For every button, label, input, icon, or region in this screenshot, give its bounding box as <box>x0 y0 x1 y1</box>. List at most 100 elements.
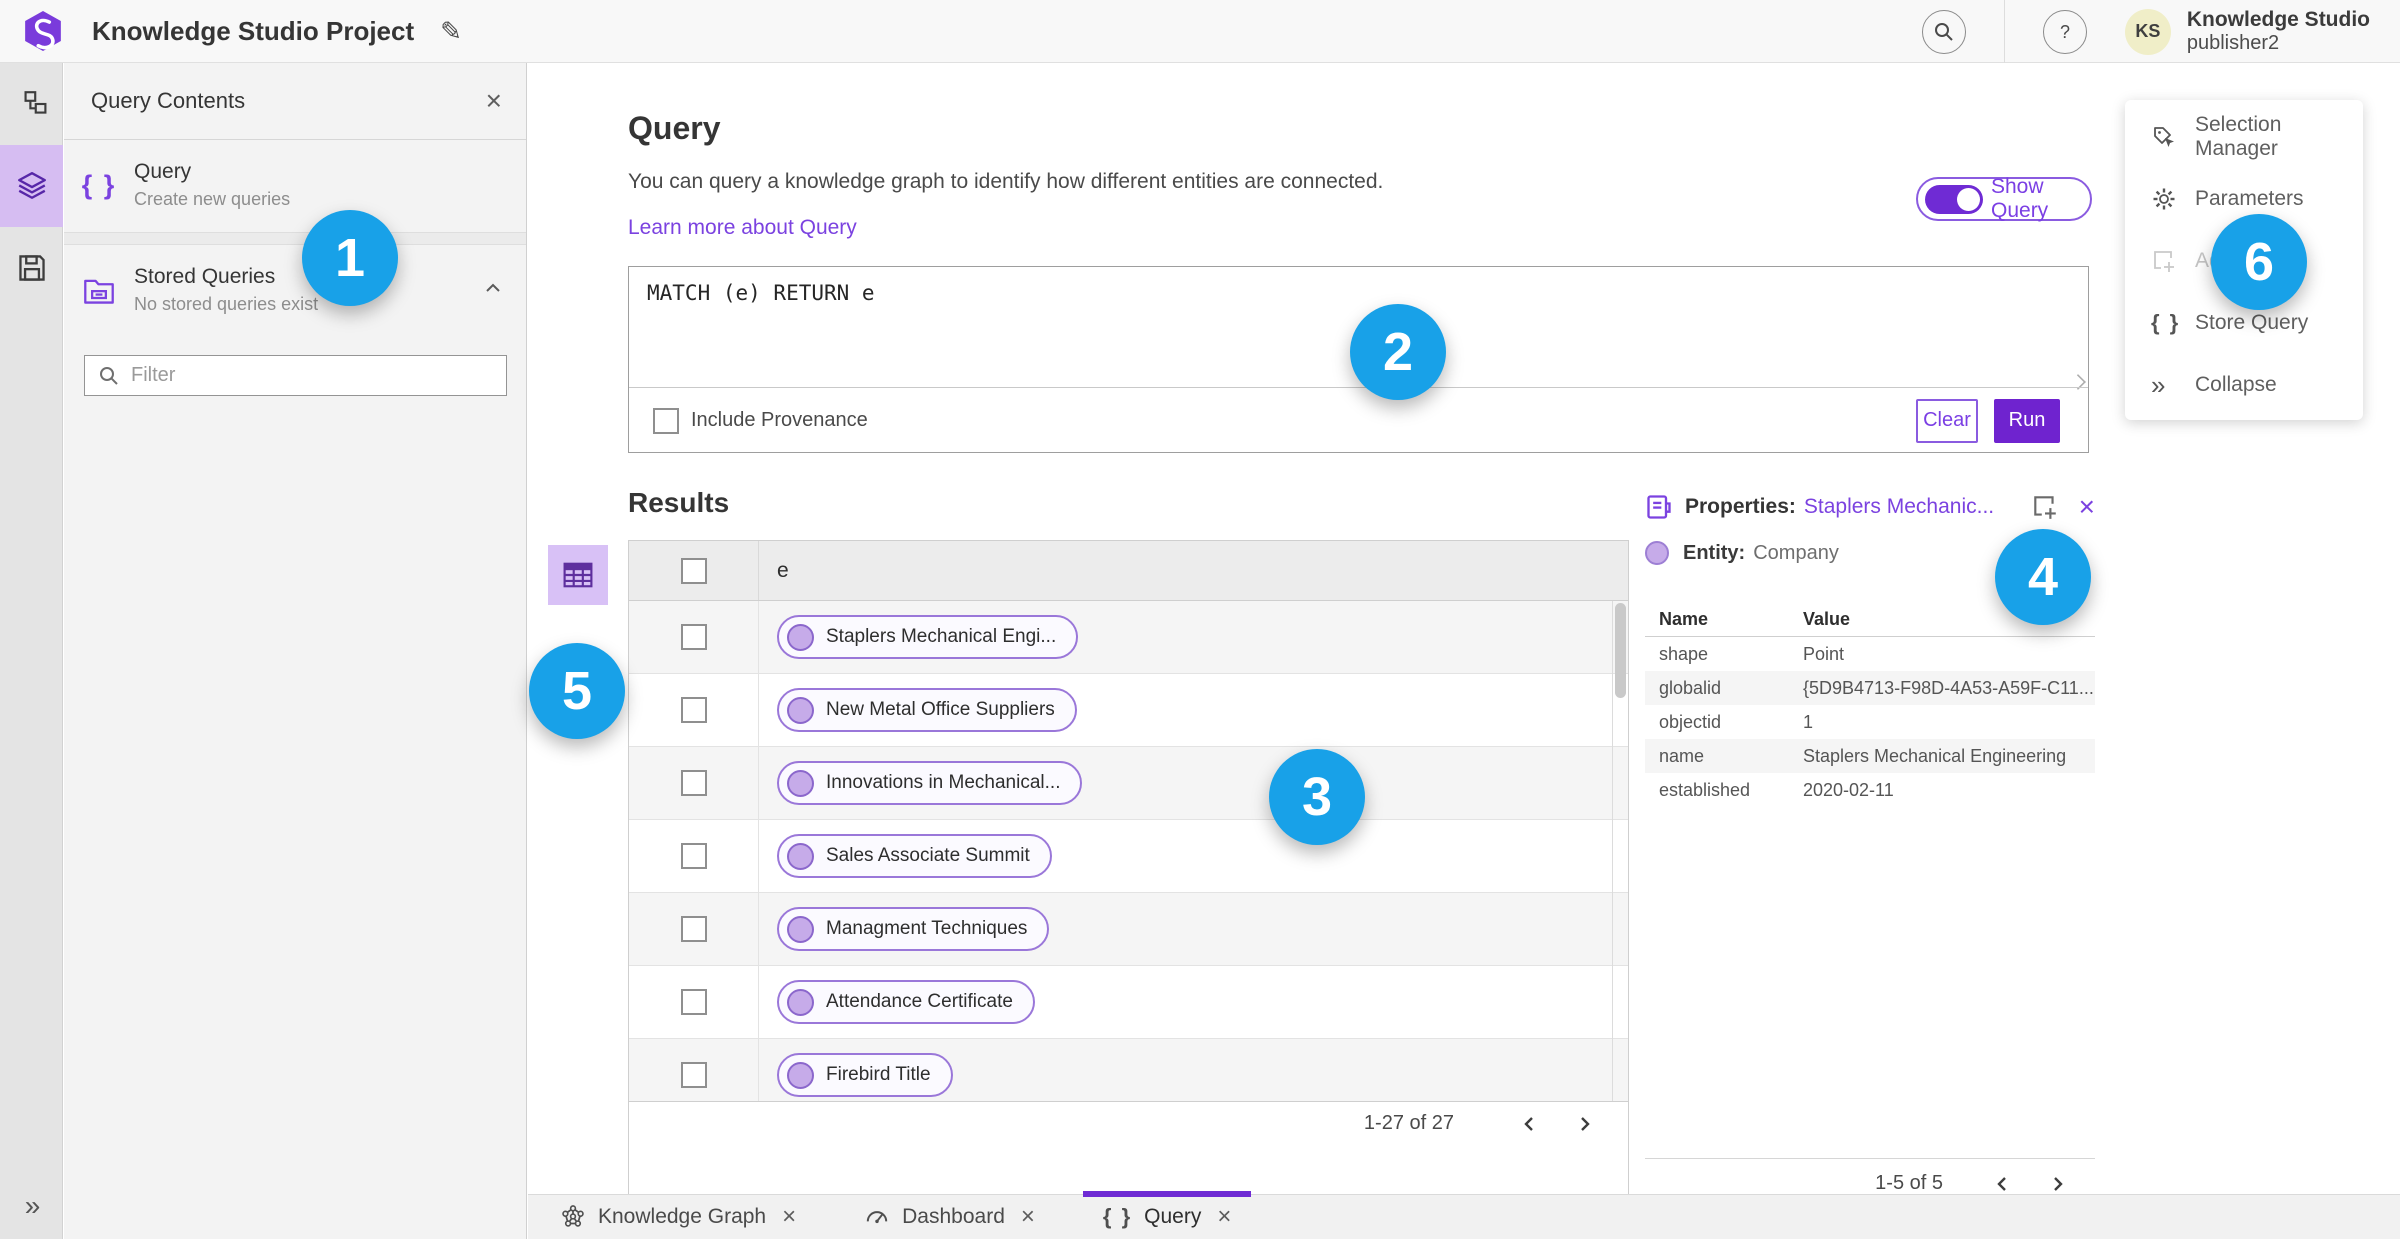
close-tab-icon[interactable]: × <box>782 1203 796 1231</box>
entity-chip[interactable]: Staplers Mechanical Engi... <box>777 615 1079 659</box>
table-row[interactable]: Staplers Mechanical Engi... <box>629 601 1628 674</box>
property-row: name Staplers Mechanical Engineering <box>1645 739 2095 773</box>
entity-chip-label: New Metal Office Suppliers <box>826 699 1055 720</box>
results-table-header: e <box>629 541 1628 601</box>
filter-search-icon <box>100 366 118 385</box>
clear-button[interactable]: Clear <box>1916 398 1978 443</box>
table-row[interactable]: Managment Techniques <box>629 893 1628 966</box>
selection-manager-item[interactable]: Selection Manager <box>2125 106 2363 168</box>
table-icon <box>563 562 593 588</box>
close-panel-icon[interactable]: × <box>486 85 502 117</box>
tab-knowledge-graph[interactable]: Knowledge Graph × <box>536 1195 820 1239</box>
store-query-label: Store Query <box>2195 311 2309 334</box>
results-title: Results <box>628 487 730 518</box>
project-title: Knowledge Studio Project <box>92 15 415 46</box>
table-row[interactable]: New Metal Office Suppliers <box>629 674 1628 747</box>
learn-more-link[interactable]: Learn more about Query <box>628 216 857 240</box>
entity-dot-icon <box>787 915 814 943</box>
annotation-badge-3: 3 <box>1269 749 1365 845</box>
tab-dashboard-label: Dashboard <box>902 1205 1005 1228</box>
row-checkbox[interactable] <box>680 1062 707 1088</box>
properties-entity-name[interactable]: Staplers Mechanic... <box>1804 495 1994 519</box>
query-rail-button[interactable] <box>0 145 63 227</box>
entity-chip[interactable]: Firebird Title <box>777 1053 953 1097</box>
table-row[interactable]: Attendance Certificate <box>629 966 1628 1039</box>
entity-chip[interactable]: Innovations in Mechanical... <box>777 761 1083 805</box>
table-row[interactable]: Firebird Title <box>629 1039 1628 1101</box>
tab-dashboard[interactable]: Dashboard × <box>840 1195 1059 1239</box>
entity-chip[interactable]: Sales Associate Summit <box>777 834 1052 878</box>
selection-manager-label: Selection Manager <box>2195 113 2282 160</box>
query-contents-panel: Query Contents × { } Query Create new qu… <box>64 63 527 1239</box>
tab-query[interactable]: { } Query × <box>1079 1190 1255 1239</box>
save-rail-button[interactable] <box>0 227 63 309</box>
expand-rail-button[interactable]: » <box>0 1181 63 1231</box>
show-query-toggle[interactable]: Show Query <box>1916 175 2092 222</box>
parameters-label: Parameters <box>2195 187 2304 210</box>
account-username: publisher2 <box>2186 32 2280 55</box>
search-button[interactable] <box>1921 9 1966 54</box>
entity-dot-icon <box>787 842 814 870</box>
user-avatar[interactable]: KS <box>2124 8 2171 55</box>
table-row[interactable]: Innovations in Mechanical... <box>629 747 1628 820</box>
properties-pagination-text: 1-5 of 5 <box>1875 1172 1943 1194</box>
toggle-switch[interactable] <box>1925 184 1983 214</box>
collapse-item[interactable]: » Collapse <box>2125 354 2363 416</box>
row-checkbox[interactable] <box>680 843 707 869</box>
results-next-page-button[interactable] <box>1564 1104 1604 1144</box>
table-row[interactable]: Sales Associate Summit <box>629 820 1628 893</box>
account-info[interactable]: Knowledge Studio publisher2 <box>2187 8 2370 55</box>
app-logo-icon[interactable] <box>22 10 64 52</box>
collapse-section-icon[interactable] <box>482 277 504 304</box>
close-tab-icon[interactable]: × <box>1021 1203 1035 1231</box>
run-button[interactable]: Run <box>1994 398 2060 443</box>
row-checkbox[interactable] <box>680 697 707 723</box>
properties-label: Properties: <box>1685 495 1796 518</box>
data-model-rail-button[interactable] <box>0 63 63 145</box>
query-item-title: Query <box>134 160 192 183</box>
row-checkbox[interactable] <box>680 989 707 1015</box>
double-chevron-icon: » <box>2151 369 2165 400</box>
contents-item-stored-queries[interactable]: Stored Queries No stored queries exist <box>64 245 526 337</box>
add-to-selection-icon[interactable] <box>2031 493 2059 521</box>
row-checkbox[interactable] <box>680 916 707 942</box>
property-value: Staplers Mechanical Engineering <box>1803 745 2067 766</box>
entity-chip[interactable]: Managment Techniques <box>777 907 1050 951</box>
filter-box <box>84 355 507 396</box>
results-scrollbar <box>1612 601 1628 1101</box>
select-all-checkbox[interactable] <box>680 557 707 584</box>
row-checkbox-cell <box>629 674 759 746</box>
entity-dot-icon <box>787 623 814 651</box>
results-scrollbar-thumb[interactable] <box>1615 603 1626 698</box>
entity-chip[interactable]: Attendance Certificate <box>777 980 1035 1024</box>
entity-chip[interactable]: New Metal Office Suppliers <box>777 688 1077 732</box>
property-name: shape <box>1659 643 1709 664</box>
row-checkbox-cell <box>629 601 759 673</box>
entity-dot-icon <box>787 988 814 1016</box>
filter-input[interactable] <box>131 356 506 395</box>
bottom-tab-bar: Knowledge Graph × Dashboard × { } Query … <box>528 1190 2400 1239</box>
close-properties-icon[interactable]: × <box>2079 493 2095 521</box>
results-prev-page-button[interactable] <box>1510 1104 1550 1144</box>
table-view-button[interactable] <box>548 545 608 605</box>
contents-item-query[interactable]: { } Query Create new queries <box>64 140 526 233</box>
page-title: Query <box>628 110 721 146</box>
collapse-label: Collapse <box>2195 373 2277 396</box>
property-value: {5D9B4713-F98D-4A53-A59F-C11... <box>1803 677 2094 698</box>
entity-value: Company <box>1753 541 1839 564</box>
include-provenance-checkbox[interactable] <box>653 407 679 434</box>
query-item-text: Query Create new queries <box>134 160 290 210</box>
edit-title-icon[interactable]: ✎ <box>440 16 462 47</box>
row-checkbox[interactable] <box>680 770 707 796</box>
close-tab-icon[interactable]: × <box>1217 1203 1231 1231</box>
properties-table: Name Value shape Point globalid {5D9B4713-F… <box>1645 603 2095 807</box>
row-checkbox-cell <box>629 966 759 1038</box>
topbar-divider <box>2003 0 2005 63</box>
account-name: Knowledge Studio <box>2186 7 2370 31</box>
help-button[interactable]: ? <box>2042 9 2087 54</box>
data-model-icon <box>24 91 46 114</box>
stored-item-subtitle: No stored queries exist <box>134 294 319 314</box>
row-checkbox-cell <box>629 820 759 892</box>
entity-chip-label: Firebird Title <box>826 1064 931 1085</box>
row-checkbox[interactable] <box>680 624 707 650</box>
